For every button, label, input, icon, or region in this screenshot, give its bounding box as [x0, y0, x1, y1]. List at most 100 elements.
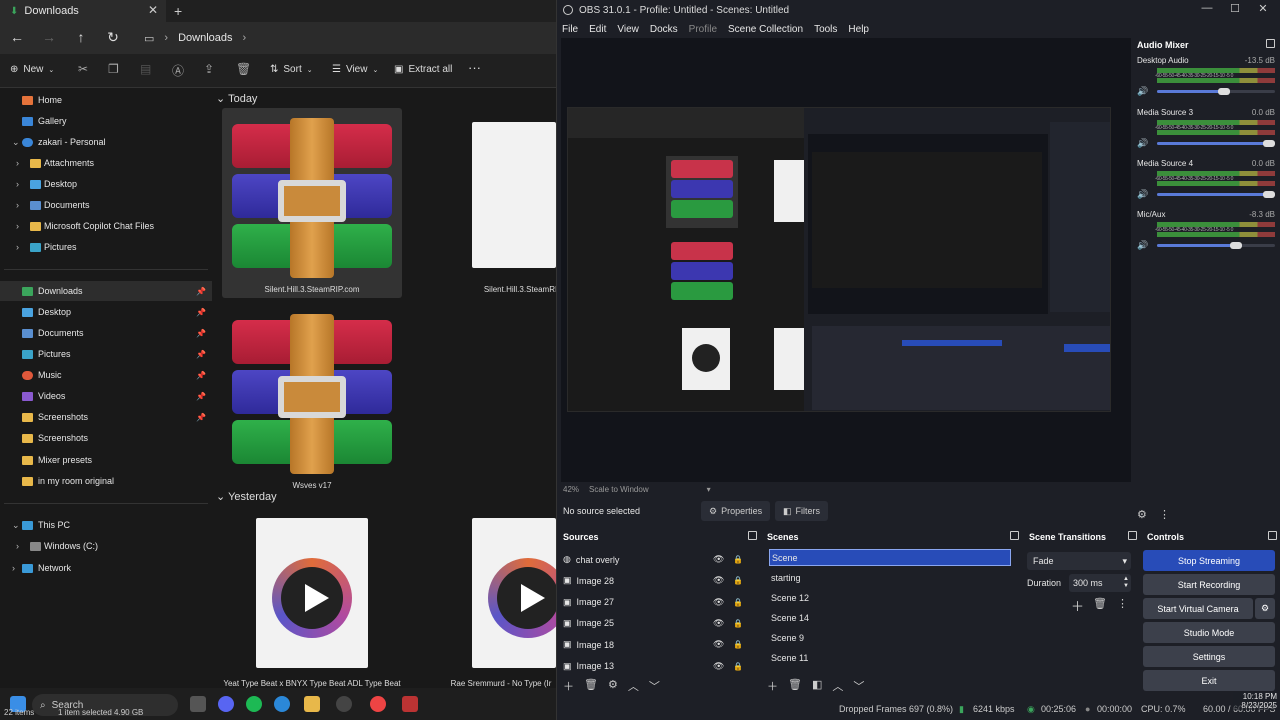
studio-mode-button[interactable]: Studio Mode	[1143, 622, 1275, 643]
lock-icon[interactable]: 🔒	[733, 662, 743, 671]
share-icon[interactable]: ⇪	[204, 62, 214, 76]
move-down-icon[interactable]: ﹀	[853, 678, 864, 694]
scene-filters-icon[interactable]: ◧	[812, 678, 822, 694]
scene-item[interactable]: Scene 9	[769, 629, 1011, 646]
source-item[interactable]: ▣ Image 28 👁 🔒	[563, 571, 753, 590]
nav-item-windows-c[interactable]: › Windows (C:)	[0, 536, 212, 556]
refresh-icon[interactable]: ↻	[104, 29, 122, 46]
pin-icon[interactable]: 📌	[196, 287, 206, 296]
transition-select[interactable]: Fade ▾	[1027, 552, 1131, 570]
volume-knob[interactable]	[1263, 191, 1275, 198]
speaker-icon[interactable]: 🔊	[1137, 138, 1148, 149]
nav-item-copilot-files[interactable]: › Microsoft Copilot Chat Files	[0, 216, 212, 236]
stepper-icon[interactable]: ▲ ▼	[1123, 576, 1129, 590]
volume-knob[interactable]	[1263, 140, 1275, 147]
volume-slider[interactable]	[1157, 191, 1275, 198]
virtual-camera-settings-icon[interactable]: ⚙	[1255, 598, 1275, 619]
stop-streaming-button[interactable]: Stop Streaming	[1143, 550, 1275, 571]
nav-item-gallery[interactable]: Gallery	[0, 111, 212, 131]
chevron-down-icon[interactable]: ▾	[707, 485, 711, 494]
forward-icon[interactable]: →	[40, 29, 58, 45]
file-item[interactable]: Silent.Hill.3.SteamRIP.com	[222, 108, 402, 298]
nav-item-documents-pinned[interactable]: Documents 📌	[0, 323, 212, 343]
advanced-audio-icon[interactable]: ⚙	[1137, 508, 1147, 521]
rename-icon[interactable]: Ⓐ	[172, 62, 184, 79]
address-box[interactable]: ▭ › Downloads ›	[136, 27, 556, 49]
nav-item-documents[interactable]: › Documents	[0, 195, 212, 215]
source-item[interactable]: ▣ Image 25 👁 🔒	[563, 614, 753, 633]
lock-icon[interactable]: 🔒	[733, 576, 743, 585]
close-icon[interactable]: ✕	[1253, 2, 1273, 15]
volume-slider[interactable]	[1157, 88, 1275, 95]
nav-item-desktop[interactable]: › Desktop	[0, 174, 212, 194]
remove-source-icon[interactable]: 🗑	[584, 678, 598, 694]
chevron-right-icon[interactable]: ›	[16, 541, 19, 551]
chevron-down-icon[interactable]: ⌄	[12, 520, 20, 531]
volume-slider[interactable]	[1157, 140, 1275, 147]
nav-item-this-pc[interactable]: ⌄ This PC	[0, 515, 212, 535]
scene-item[interactable]: Scene 11	[769, 649, 1011, 666]
properties-button[interactable]: ⚙ Properties	[701, 501, 771, 521]
scene-item[interactable]: Scene 14	[769, 609, 1011, 626]
breadcrumb-downloads[interactable]: Downloads	[178, 32, 232, 44]
undock-icon[interactable]	[1010, 531, 1019, 540]
move-up-icon[interactable]: ︿	[628, 678, 639, 694]
visibility-eye-icon[interactable]: 👁	[713, 618, 724, 629]
duration-field[interactable]: 300 ms ▲ ▼	[1069, 574, 1131, 592]
scale-mode-select[interactable]: Scale to Window	[589, 485, 649, 494]
pin-icon[interactable]: 📌	[196, 392, 206, 401]
copy-icon[interactable]: ❐	[108, 62, 119, 76]
maximize-icon[interactable]: ☐	[1225, 2, 1245, 15]
source-item[interactable]: ▣ Image 27 👁 🔒	[563, 593, 753, 612]
more-options-icon[interactable]: ···	[468, 60, 481, 75]
visibility-eye-icon[interactable]: 👁	[713, 575, 724, 586]
add-source-icon[interactable]: ＋	[563, 678, 574, 694]
extract-all-button[interactable]: ▣ Extract all	[394, 64, 452, 75]
paste-icon[interactable]: ▤	[140, 62, 151, 76]
add-scene-icon[interactable]: ＋	[767, 678, 778, 694]
volume-knob[interactable]	[1229, 242, 1242, 249]
add-transition-icon[interactable]: ＋	[1071, 596, 1084, 615]
chevron-down-icon[interactable]: ⌄	[12, 137, 20, 148]
menu-file[interactable]: File	[562, 24, 578, 35]
nav-item-pictures[interactable]: › Pictures	[0, 237, 212, 257]
speaker-icon[interactable]: 🔊	[1137, 189, 1148, 200]
lock-icon[interactable]: 🔒	[733, 555, 743, 564]
group-header-yesterday[interactable]: ⌄ Yesterday	[216, 490, 277, 503]
delete-icon[interactable]: 🗑	[236, 62, 251, 76]
volume-slider[interactable]	[1157, 242, 1275, 249]
source-properties-icon[interactable]: ⚙	[608, 678, 618, 694]
back-icon[interactable]: ←	[8, 29, 26, 45]
nav-item-onedrive[interactable]: ⌄ zakari - Personal	[0, 132, 212, 152]
speaker-icon[interactable]: 🔊	[1137, 240, 1148, 251]
source-item[interactable]: ◍ chat overly 👁 🔒	[563, 550, 753, 569]
nav-item-pictures-pinned[interactable]: Pictures 📌	[0, 344, 212, 364]
group-header-today[interactable]: ⌄ Today	[216, 92, 257, 105]
pin-icon[interactable]: 📌	[196, 329, 206, 338]
settings-button[interactable]: Settings	[1143, 646, 1275, 667]
tab-downloads[interactable]: ⬇ Downloads ✕	[0, 0, 166, 22]
chevron-right-icon[interactable]: ›	[16, 158, 19, 168]
file-item[interactable]: Wsves v17	[222, 304, 402, 494]
undock-icon[interactable]	[1266, 39, 1275, 48]
speaker-icon[interactable]: 🔊	[1137, 86, 1148, 97]
lock-icon[interactable]: 🔒	[733, 619, 743, 628]
menu-scene-collection[interactable]: Scene Collection	[728, 24, 803, 35]
menu-edit[interactable]: Edit	[589, 24, 606, 35]
menu-profile[interactable]: Profile	[689, 24, 717, 35]
nav-item-mixer-presets[interactable]: Mixer presets	[0, 450, 212, 470]
nav-item-music[interactable]: Music 📌	[0, 365, 212, 385]
menu-view[interactable]: View	[617, 24, 639, 35]
transition-menu-icon[interactable]: ⋮	[1117, 597, 1128, 610]
file-item[interactable]: Yeat Type Beat x BNYX Type Beat ADL Type…	[222, 508, 402, 692]
undock-icon[interactable]	[1268, 531, 1277, 540]
chevron-right-icon[interactable]: ›	[12, 563, 15, 573]
nav-item-downloads-pinned[interactable]: Downloads 📌	[0, 281, 212, 301]
undock-icon[interactable]	[1128, 531, 1137, 540]
preview-canvas[interactable]	[561, 38, 1131, 482]
exit-button[interactable]: Exit	[1143, 670, 1275, 691]
scene-item[interactable]: Scene	[769, 549, 1011, 566]
pin-icon[interactable]: 📌	[196, 371, 206, 380]
nav-item-desktop-pinned[interactable]: Desktop 📌	[0, 302, 212, 322]
undock-icon[interactable]	[748, 531, 757, 540]
